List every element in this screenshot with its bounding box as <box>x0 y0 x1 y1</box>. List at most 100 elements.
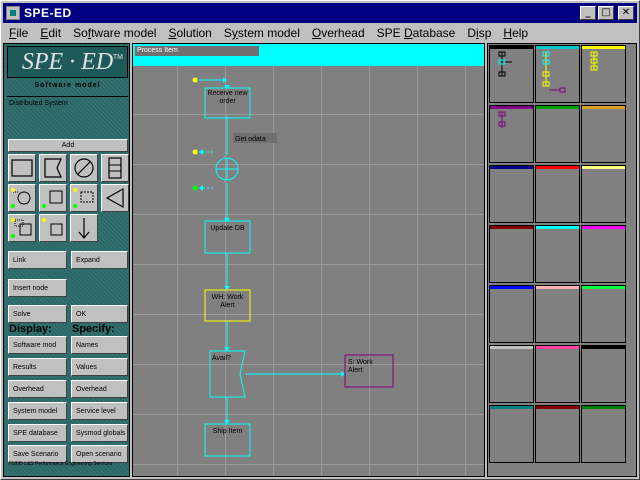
palette-cell-19[interactable] <box>489 405 534 463</box>
solve-button[interactable]: Solve <box>8 305 67 323</box>
arrowheads <box>199 77 345 424</box>
palette-cell-1[interactable] <box>489 45 534 103</box>
palette-cell-17[interactable] <box>535 345 580 403</box>
window-title: SPE-ED <box>24 6 72 20</box>
link-button[interactable]: Link <box>8 251 67 269</box>
mini-flow-icon <box>498 111 506 128</box>
tool-split-node[interactable] <box>101 154 129 182</box>
entry-dot-receive[interactable] <box>192 77 198 83</box>
expand-button[interactable]: Expand <box>71 251 128 269</box>
close-button[interactable]: ✕ <box>618 6 634 20</box>
palette-cell-8[interactable] <box>535 165 580 223</box>
diagram-canvas[interactable]: Process Item Receive new order Get odata… <box>132 43 485 477</box>
palette-cell-13[interactable] <box>489 285 534 343</box>
palette-bar-19 <box>490 406 533 409</box>
palette-cell-11[interactable] <box>535 225 580 283</box>
palette-bar-3 <box>582 46 625 49</box>
tool-call[interactable] <box>39 184 67 212</box>
menu-spe-database[interactable]: SPE Database <box>371 26 462 40</box>
tool-triangle[interactable] <box>101 184 129 212</box>
loop-icon <box>11 188 31 208</box>
palette-bar-14 <box>536 286 579 289</box>
ok-button[interactable]: OK <box>71 305 128 323</box>
node-avail[interactable]: Avail? <box>209 350 246 398</box>
null-circle-icon <box>74 158 94 178</box>
menu-solution[interactable]: Solution <box>162 26 217 40</box>
flow-diagram: Receive new order Get odata Update DB WH:… <box>192 77 394 457</box>
palette-cell-7[interactable] <box>489 165 534 223</box>
palette-bar-2 <box>536 46 579 49</box>
palette-cell-18[interactable] <box>581 345 626 403</box>
menu-edit[interactable]: Edit <box>34 26 67 40</box>
display-software-model-button[interactable]: Software mod <box>8 336 67 354</box>
menu-overhead[interactable]: Overhead <box>306 26 371 40</box>
display-spe-database-button[interactable]: SPE database <box>8 424 67 442</box>
palette-cell-16[interactable] <box>489 345 534 403</box>
palette-cell-6[interactable] <box>581 105 626 163</box>
entry-dot-getodata[interactable] <box>192 149 198 155</box>
palette-bar-7 <box>490 166 533 169</box>
title-bar[interactable]: SPE-ED _ □ ✕ <box>3 3 637 23</box>
node-s-work-alert[interactable]: S: Work Alert <box>344 354 394 388</box>
palette-cell-2[interactable] <box>535 45 580 103</box>
palette-cell-15[interactable] <box>581 285 626 343</box>
tool-fork[interactable] <box>70 184 98 212</box>
tool-loop[interactable] <box>8 184 36 212</box>
display-overhead-button[interactable]: Overhead <box>8 380 67 398</box>
arrow-down-icon <box>78 218 90 239</box>
palette-bar-21 <box>582 406 625 409</box>
palette-bar-17 <box>536 346 579 349</box>
palette-cell-21[interactable] <box>581 405 626 463</box>
palette-bar-15 <box>582 286 625 289</box>
palette-cell-4[interactable] <box>489 105 534 163</box>
palette-bar-1 <box>490 46 533 49</box>
menu-software-model[interactable]: Software model <box>67 26 162 40</box>
palette-bar-16 <box>490 346 533 349</box>
tool-arrow-down[interactable] <box>70 214 98 242</box>
palette-cell-20[interactable] <box>535 405 580 463</box>
app-icon[interactable] <box>6 6 20 20</box>
menu-system-model[interactable]: System model <box>218 26 306 40</box>
specify-service-level-button[interactable]: Service level <box>71 402 128 420</box>
node-update-db[interactable]: Update DB <box>204 220 251 254</box>
palette-cell-9[interactable] <box>581 165 626 223</box>
palette-bar-4 <box>490 106 533 109</box>
palette-bar-8 <box>536 166 579 169</box>
maximize-button[interactable]: □ <box>598 6 614 20</box>
menu-help[interactable]: Help <box>497 26 534 40</box>
palette-cell-14[interactable] <box>535 285 580 343</box>
palette-cell-12[interactable] <box>581 225 626 283</box>
node-wh-work-alert[interactable]: WH: Work Alert <box>204 289 251 322</box>
display-system-model-button[interactable]: System model <box>8 402 67 420</box>
specify-values-button[interactable]: Values <box>71 358 128 376</box>
tool-release[interactable] <box>39 214 67 242</box>
logo-tm: TM <box>112 54 123 61</box>
app-logo: SPE · ED TM <box>7 46 128 78</box>
flow-connectors <box>199 79 344 423</box>
logo-text: SPE · ED <box>21 49 114 75</box>
tool-acquire[interactable] <box>8 214 36 242</box>
menu-disp[interactable]: Disp <box>461 26 497 40</box>
app-window: SPE-ED _ □ ✕ File Edit Software model So… <box>0 0 640 480</box>
specify-sysmod-globals-button[interactable]: Sysmod globals <box>71 424 128 442</box>
node-getodata[interactable] <box>215 157 239 181</box>
tool-expanded-node[interactable] <box>39 154 67 182</box>
palette-cell-3[interactable] <box>581 45 626 103</box>
palette-cell-10[interactable] <box>489 225 534 283</box>
exit-dot-getodata[interactable] <box>192 185 198 191</box>
tool-basic-node[interactable] <box>8 154 36 182</box>
palette-cell-5[interactable] <box>535 105 580 163</box>
minimize-button[interactable]: _ <box>580 6 596 20</box>
insert-node-button[interactable]: Insert node <box>8 279 67 297</box>
add-button[interactable]: Add <box>8 139 128 152</box>
triangle-icon <box>105 187 124 209</box>
node-ship-item[interactable]: Ship Item <box>204 423 251 457</box>
display-results-button[interactable]: Results <box>8 358 67 376</box>
node-receive-new-order[interactable]: Receive new order <box>204 87 251 119</box>
menu-bar: File Edit Software model Solution System… <box>3 24 637 42</box>
menu-file[interactable]: File <box>3 26 34 40</box>
tool-terminate[interactable] <box>70 154 98 182</box>
mini-flow-icon <box>498 51 512 77</box>
specify-overhead-button[interactable]: Overhead <box>71 380 128 398</box>
specify-names-button[interactable]: Names <box>71 336 128 354</box>
